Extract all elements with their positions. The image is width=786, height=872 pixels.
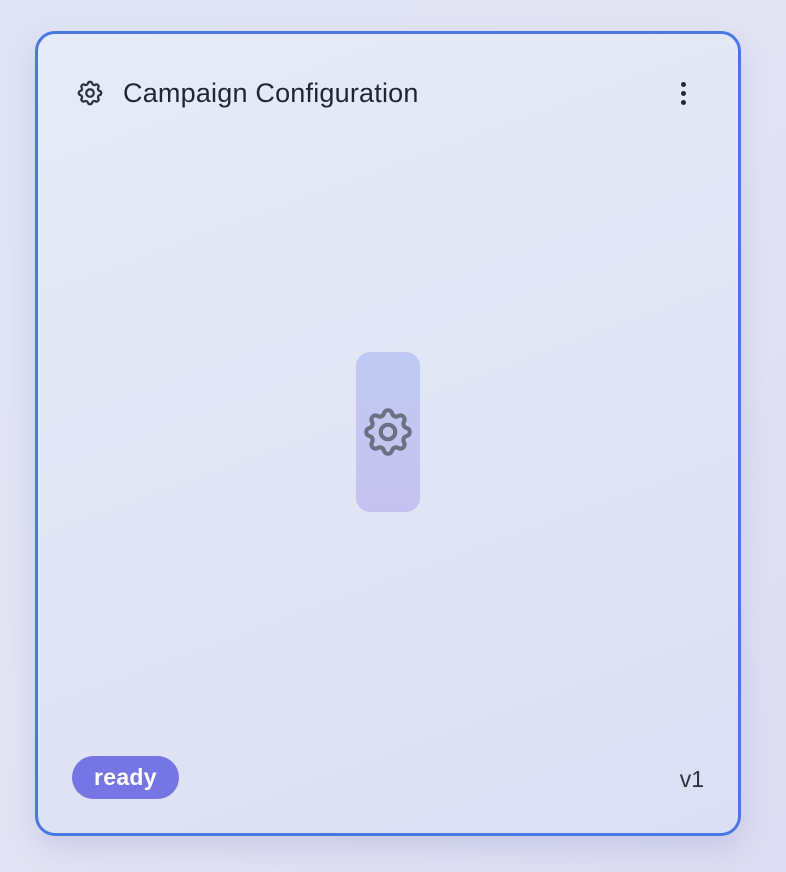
more-options-button[interactable] — [668, 76, 698, 110]
card-title: Campaign Configuration — [123, 78, 419, 108]
config-card[interactable]: Campaign Configuration ready v1 — [35, 31, 741, 836]
gear-icon — [75, 78, 105, 108]
config-placeholder-tile — [356, 352, 420, 512]
more-vertical-icon — [680, 81, 686, 87]
version-label: v1 — [679, 766, 704, 792]
gear-icon — [364, 408, 412, 456]
status-badge: ready — [72, 756, 179, 799]
